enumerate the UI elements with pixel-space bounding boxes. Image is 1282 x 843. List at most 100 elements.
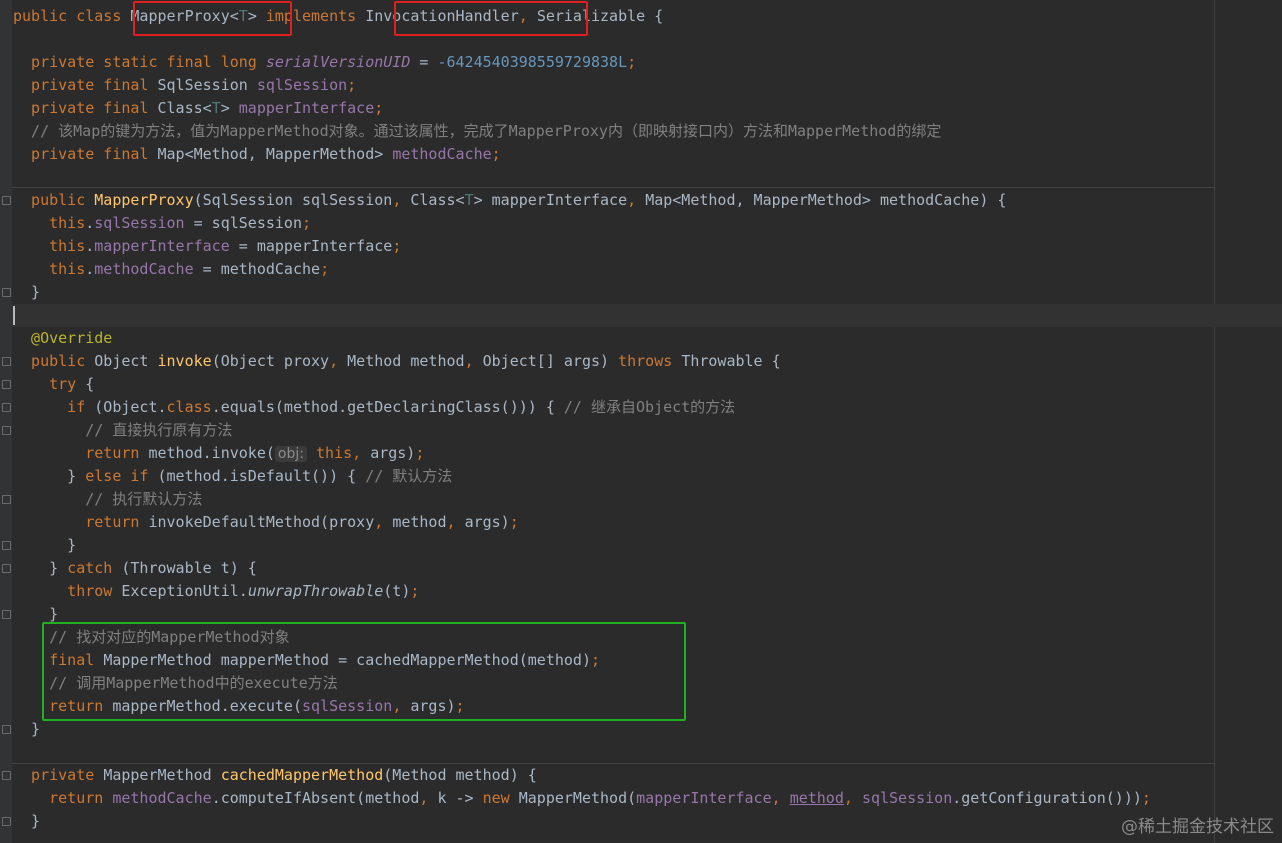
fold-icon[interactable] bbox=[2, 426, 11, 435]
code-line[interactable]: public Object invoke(Object proxy, Metho… bbox=[13, 350, 1151, 373]
parameter-hint: obj: bbox=[274, 446, 307, 462]
code-token: methodCache bbox=[392, 145, 492, 163]
code-token: ; bbox=[302, 214, 312, 232]
code-token: if bbox=[13, 398, 95, 416]
code-token: this bbox=[13, 214, 86, 232]
fold-icon[interactable] bbox=[2, 403, 11, 412]
code-token: args) bbox=[464, 513, 510, 531]
fold-icon[interactable] bbox=[2, 541, 11, 550]
fold-icon[interactable] bbox=[2, 288, 11, 297]
fold-icon[interactable] bbox=[2, 380, 11, 389]
fold-icon[interactable] bbox=[2, 725, 11, 734]
code-token: = methodCache bbox=[193, 260, 321, 278]
highlight-box-mapperproxy bbox=[133, 1, 292, 36]
code-token: ; bbox=[410, 582, 420, 600]
code-line[interactable]: private final Map<Method, MapperMethod> … bbox=[13, 143, 1151, 166]
fold-icon[interactable] bbox=[2, 771, 11, 780]
code-token: = bbox=[410, 53, 438, 71]
code-token: Object bbox=[94, 352, 158, 370]
code-line[interactable]: } bbox=[13, 281, 1151, 304]
code-line[interactable]: } bbox=[13, 718, 1151, 741]
code-token: ; bbox=[415, 444, 425, 462]
code-token: class bbox=[166, 398, 212, 416]
code-line[interactable]: } bbox=[13, 534, 1151, 557]
code-token: args) bbox=[370, 444, 416, 462]
code-token: (method.isDefault()) { bbox=[157, 467, 366, 485]
highlight-box-invocationhandler bbox=[394, 1, 588, 36]
code-line[interactable] bbox=[13, 741, 1151, 764]
code-line[interactable]: if (Object.class.equals(method.getDeclar… bbox=[13, 396, 1151, 419]
code-token: Map<Method, MapperMethod> bbox=[157, 145, 393, 163]
code-line[interactable] bbox=[13, 166, 1151, 189]
code-line[interactable]: this.methodCache = methodCache; bbox=[13, 258, 1151, 281]
fold-icon[interactable] bbox=[2, 495, 11, 504]
fold-icon[interactable] bbox=[2, 357, 11, 366]
code-token: // 默认方法 bbox=[365, 467, 453, 485]
code-token: private static final long bbox=[13, 53, 266, 71]
code-token: (Method method) { bbox=[383, 766, 537, 784]
code-token: methodCache bbox=[94, 260, 194, 278]
code-token: .equals(method.getDeclaringClass())) { bbox=[211, 398, 564, 416]
code-token: > mapperInterface bbox=[473, 191, 628, 209]
code-token: } bbox=[13, 283, 41, 301]
code-line[interactable]: private static final long serialVersionU… bbox=[13, 51, 1151, 74]
code-token: invokeDefaultMethod(proxy bbox=[148, 513, 375, 531]
code-token: . bbox=[85, 237, 95, 255]
code-token: this bbox=[13, 237, 86, 255]
code-token: (Throwable t) { bbox=[121, 559, 257, 577]
code-token: T bbox=[464, 191, 474, 209]
fold-icon[interactable] bbox=[2, 610, 11, 619]
code-token: ; bbox=[491, 145, 501, 163]
code-line[interactable]: private final SqlSession sqlSession; bbox=[13, 74, 1151, 97]
code-token: Throwable { bbox=[681, 352, 781, 370]
code-token: Class< bbox=[157, 99, 212, 117]
code-token: invoke bbox=[157, 352, 212, 370]
code-token: = sqlSession bbox=[184, 214, 302, 232]
code-token: } bbox=[13, 467, 86, 485]
code-token: , bbox=[419, 789, 438, 807]
code-token: , bbox=[627, 191, 646, 209]
code-line[interactable]: } else if (method.isDefault()) { // 默认方法 bbox=[13, 465, 1151, 488]
fold-icon[interactable] bbox=[2, 817, 11, 826]
fold-icon[interactable] bbox=[2, 564, 11, 573]
code-line[interactable] bbox=[13, 304, 1151, 327]
code-token: MapperProxy bbox=[94, 191, 194, 209]
code-token: return bbox=[13, 444, 149, 462]
code-token: throw bbox=[13, 582, 122, 600]
code-token: try bbox=[13, 375, 86, 393]
code-token: Method method bbox=[347, 352, 465, 370]
code-token: { bbox=[85, 375, 95, 393]
code-token: @Override bbox=[13, 329, 113, 347]
code-line[interactable]: } bbox=[13, 810, 1151, 833]
code-line[interactable]: return method.invoke(obj: this, args); bbox=[13, 442, 1151, 465]
code-line[interactable]: @Override bbox=[13, 327, 1151, 350]
code-line[interactable]: private MapperMethod cachedMapperMethod(… bbox=[13, 764, 1151, 787]
code-line[interactable]: this.sqlSession = sqlSession; bbox=[13, 212, 1151, 235]
code-token: T bbox=[211, 99, 221, 117]
code-token: Object[] args) bbox=[482, 352, 619, 370]
code-line[interactable]: } catch (Throwable t) { bbox=[13, 557, 1151, 580]
code-token: .computeIfAbsent(method bbox=[211, 789, 420, 807]
code-token: private final bbox=[13, 76, 158, 94]
code-line[interactable]: throw ExceptionUtil.unwrapThrowable(t); bbox=[13, 580, 1151, 603]
code-line[interactable]: return methodCache.computeIfAbsent(metho… bbox=[13, 787, 1151, 810]
code-line[interactable]: return invokeDefaultMethod(proxy, method… bbox=[13, 511, 1151, 534]
code-token: method bbox=[789, 789, 844, 807]
code-line[interactable]: this.mapperInterface = mapperInterface; bbox=[13, 235, 1151, 258]
code-token: } bbox=[13, 812, 41, 830]
code-token: sqlSession bbox=[94, 214, 185, 232]
code-token: throws bbox=[618, 352, 682, 370]
code-line[interactable]: // 该Map的键为方法，值为MapperMethod对象。通过该属性，完成了M… bbox=[13, 120, 1151, 143]
fold-icon[interactable] bbox=[2, 196, 11, 205]
code-token: , bbox=[352, 444, 371, 462]
highlight-box-mapper-method-block bbox=[42, 622, 686, 721]
code-line[interactable]: try { bbox=[13, 373, 1151, 396]
code-line[interactable]: // 执行默认方法 bbox=[13, 488, 1151, 511]
code-token: // 继承自Object的方法 bbox=[563, 398, 736, 416]
code-line[interactable]: public MapperProxy(SqlSession sqlSession… bbox=[13, 189, 1151, 212]
code-token: mapperInterface bbox=[636, 789, 772, 807]
code-token: sqlSession bbox=[861, 789, 953, 807]
code-line[interactable]: private final Class<T> mapperInterface; bbox=[13, 97, 1151, 120]
code-line[interactable]: // 直接执行原有方法 bbox=[13, 419, 1151, 442]
code-token: private final bbox=[13, 99, 158, 117]
